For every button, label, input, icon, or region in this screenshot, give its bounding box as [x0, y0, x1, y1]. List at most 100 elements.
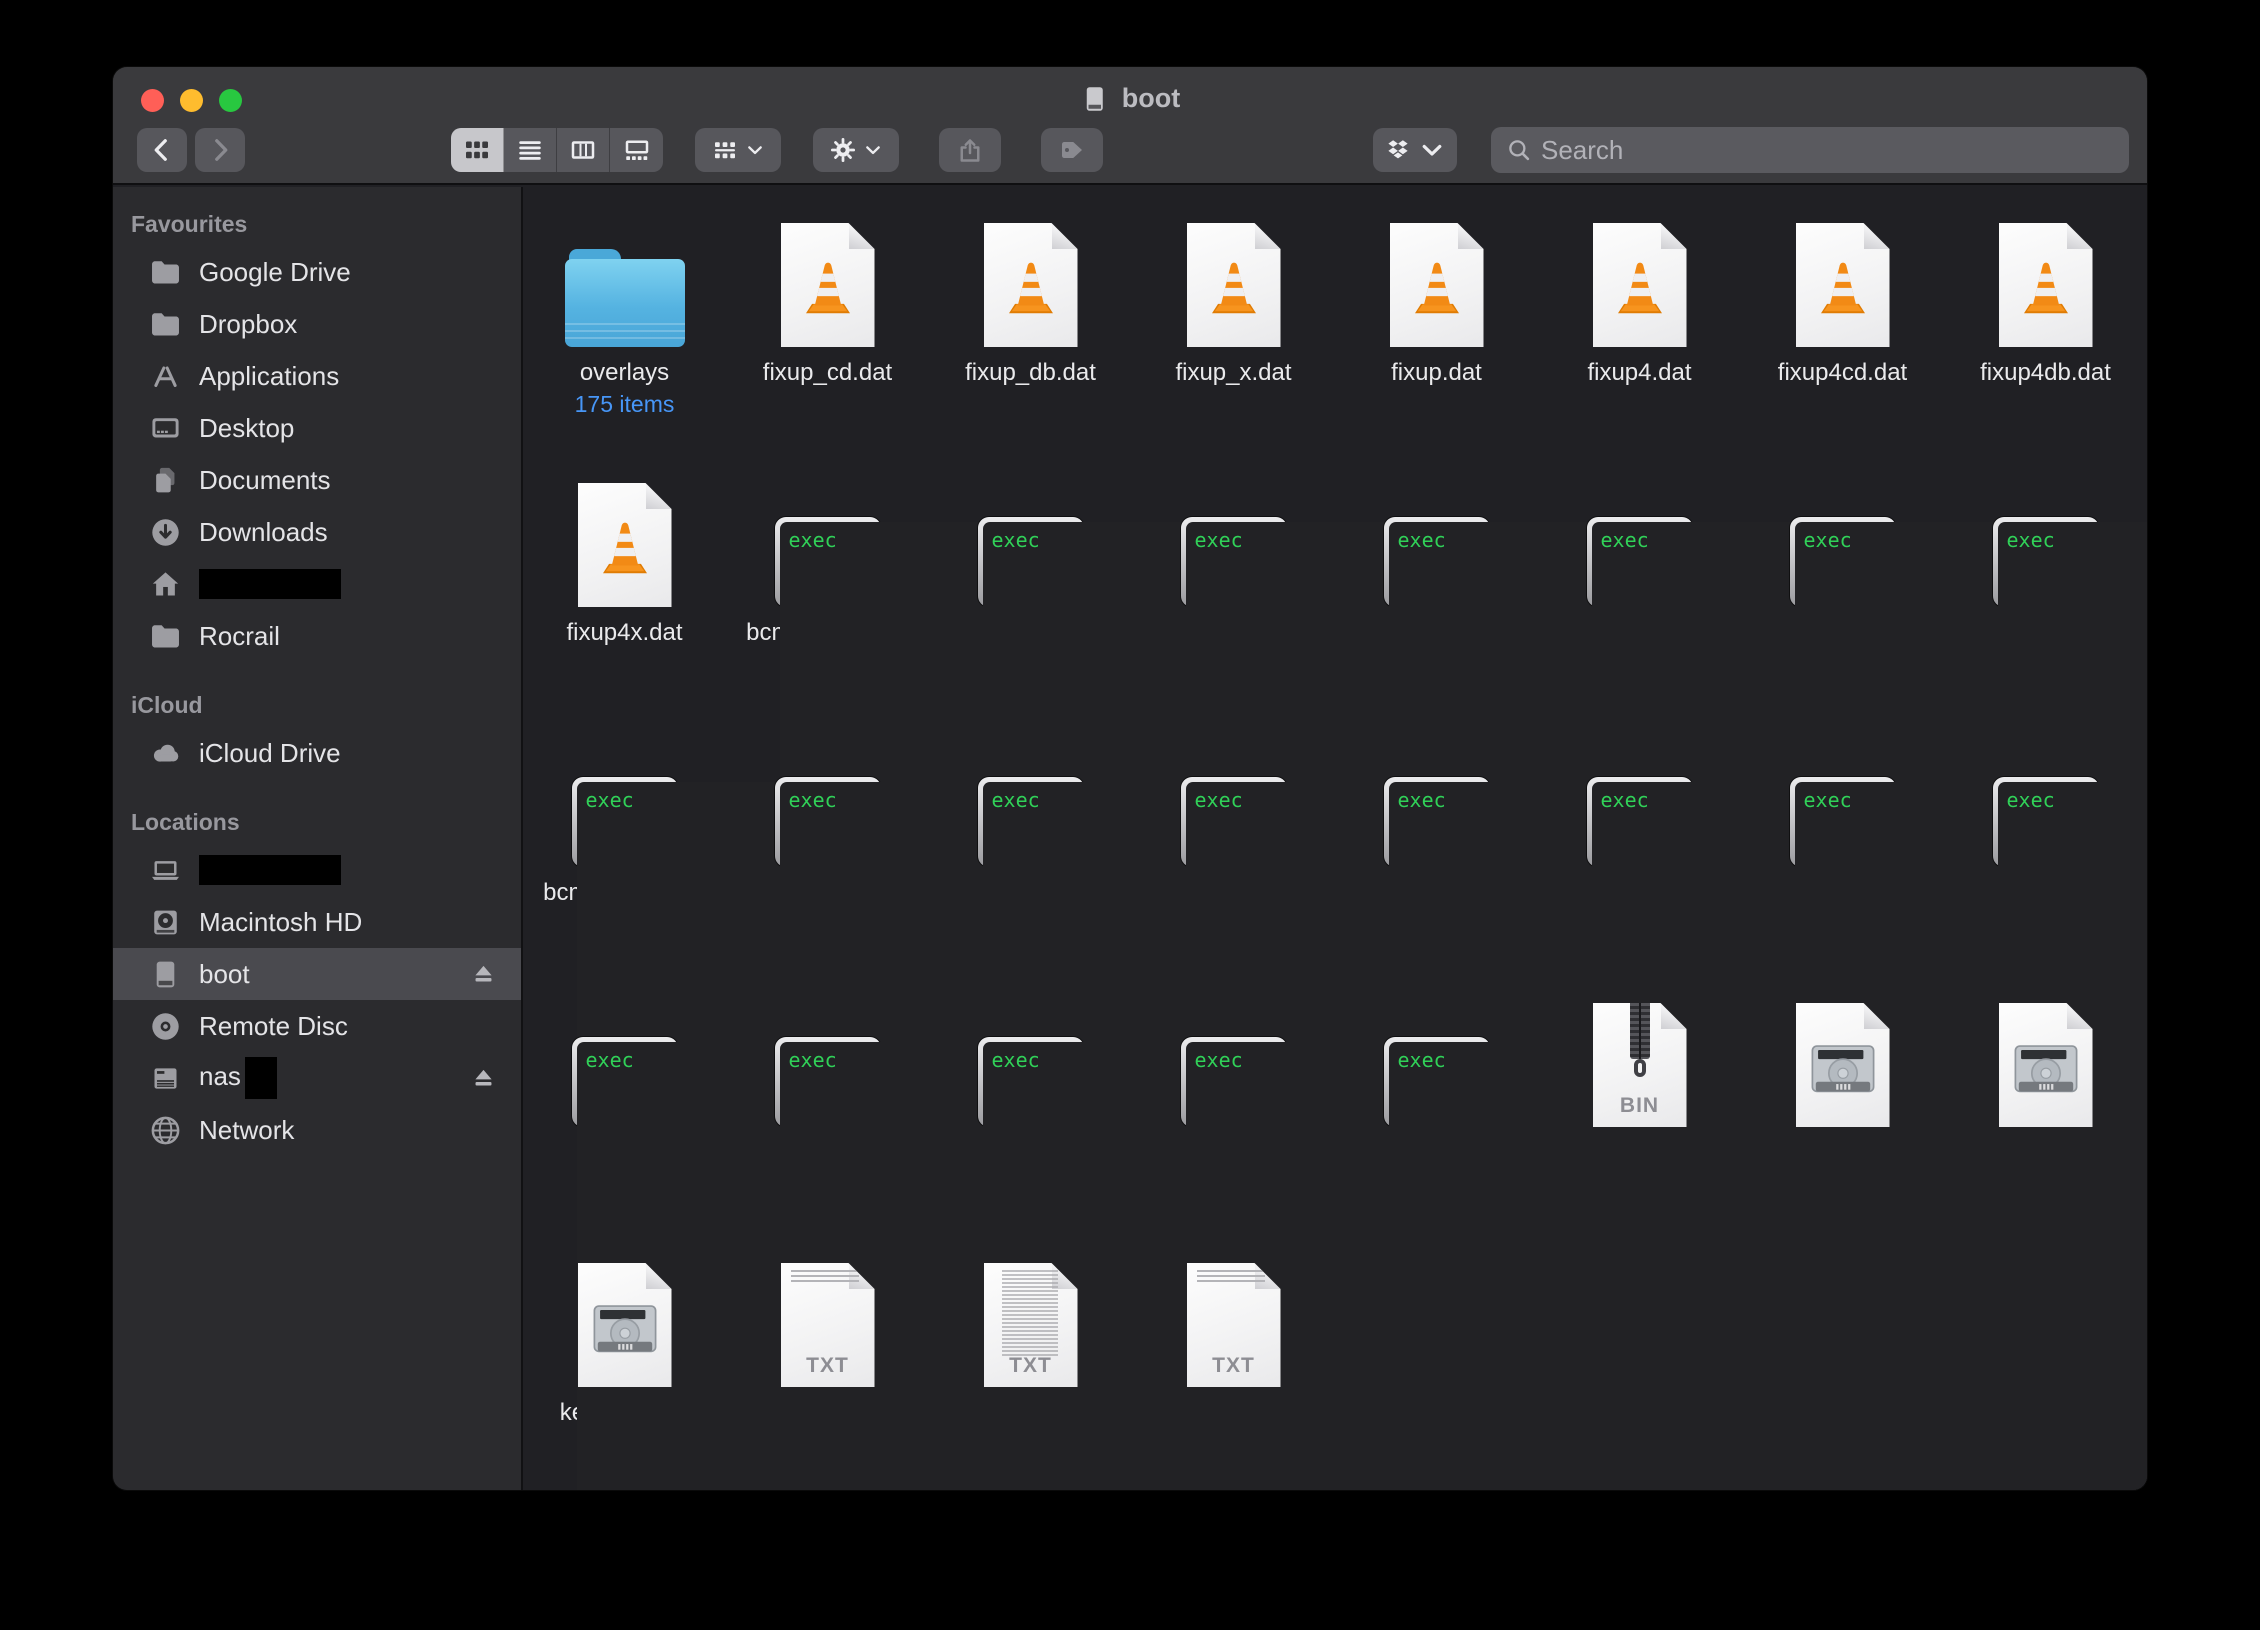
exec-file-icon: exec [1384, 777, 1490, 867]
sidebar-item-boot[interactable]: boot [113, 948, 521, 1000]
globe-icon [149, 1114, 182, 1147]
drive-ext-icon [149, 958, 182, 991]
window-header: boot [113, 67, 2147, 185]
exec-file-icon: exec [1384, 517, 1490, 607]
search-icon [1505, 136, 1533, 164]
group-by-icon [710, 135, 740, 165]
redacted-label [199, 569, 341, 599]
laptop-icon [149, 854, 182, 887]
window-title: boot [1080, 83, 1180, 114]
desktop-icon [149, 412, 182, 445]
file-detail: 175 items [575, 391, 675, 418]
sidebar-section-items: Macintosh HD boot Remote Disc nas Networ… [113, 844, 521, 1156]
sidebar-item-remote-disc[interactable]: Remote Disc [113, 1000, 521, 1052]
dropbox-icon [1383, 135, 1413, 165]
gallery-view-icon [622, 135, 652, 165]
action-menu-button[interactable] [813, 128, 899, 172]
back-button[interactable] [137, 128, 187, 172]
traffic-cone-icon [2013, 256, 2079, 322]
sidebar-section-title: iCloud [113, 692, 521, 719]
traffic-cone-icon [998, 256, 1064, 322]
sidebar-item-downloads[interactable]: Downloads [113, 506, 521, 558]
eject-button[interactable] [470, 961, 497, 988]
group-by-button[interactable] [695, 128, 781, 172]
exec-file-icon: exec [978, 1037, 1084, 1127]
file-fixup-cd-dat[interactable]: fixup_cd.dat [726, 215, 929, 475]
list-view-icon [515, 135, 545, 165]
search-input[interactable] [1541, 135, 2115, 166]
gallery-view-button[interactable] [610, 128, 663, 172]
vlc-document-icon [1999, 223, 2093, 347]
window-title-text: boot [1122, 83, 1180, 114]
toolbar [113, 125, 2147, 175]
gear-icon [828, 135, 858, 165]
sidebar-item-nas[interactable]: nas [113, 1052, 521, 1104]
sidebar-item-network[interactable]: Network [113, 1104, 521, 1156]
file-fixup-x-dat[interactable]: fixup_x.dat [1132, 215, 1335, 475]
exec-file-icon: exec [1587, 777, 1693, 867]
sidebar-section-items: Google Drive Dropbox Applications Deskto… [113, 246, 521, 662]
folder-icon [149, 308, 182, 341]
file-overlays[interactable]: overlays 175 items [523, 215, 726, 475]
traffic-lights [141, 89, 242, 112]
chevron-right-icon [205, 135, 235, 165]
exec-file-icon: exec [1790, 777, 1896, 867]
close-button[interactable] [141, 89, 164, 112]
list-view-button[interactable] [504, 128, 557, 172]
file-fixup-db-dat[interactable]: fixup_db.dat [929, 215, 1132, 475]
hard-disk-icon [1809, 1044, 1877, 1099]
sidebar-item-laptop[interactable] [113, 844, 521, 896]
search-field[interactable] [1491, 127, 2129, 173]
sidebar-item-google-drive[interactable]: Google Drive [113, 246, 521, 298]
sidebar-section-title: Favourites [113, 211, 521, 238]
exec-file-icon: exec [978, 777, 1084, 867]
icon-view-button[interactable] [451, 128, 504, 172]
eject-button[interactable] [470, 1065, 497, 1092]
file-bcm2710-rpi-3-b-dtb[interactable]: exec bcm2710-rpi-3-b.dtb [523, 735, 726, 995]
sidebar-item-dropbox[interactable]: Dropbox [113, 298, 521, 350]
exec-file-icon: exec [1181, 517, 1287, 607]
exec-file-icon: exec [572, 777, 678, 867]
file-fixup-dat[interactable]: fixup.dat [1335, 215, 1538, 475]
sidebar-item-desktop[interactable]: Desktop [113, 402, 521, 454]
bin-archive-icon: BIN [1593, 1003, 1687, 1127]
sidebar-item-home[interactable] [113, 558, 521, 610]
redacted-label-suffix [245, 1057, 277, 1099]
disk-image-icon [1796, 1003, 1890, 1127]
minimize-button[interactable] [180, 89, 203, 112]
folder-icon [149, 256, 182, 289]
external-drive-icon [1080, 84, 1110, 114]
zipper-icon [1630, 1003, 1650, 1059]
chevron-down-icon [744, 139, 766, 161]
sidebar-section-title: Locations [113, 809, 521, 836]
file-name: overlays [522, 357, 728, 388]
exec-file-icon: exec [1790, 517, 1896, 607]
sidebar-item-icloud-drive[interactable]: iCloud Drive [113, 727, 521, 779]
sidebar-item-documents[interactable]: Documents [113, 454, 521, 506]
dropbox-button[interactable] [1373, 128, 1457, 172]
zoom-button[interactable] [219, 89, 242, 112]
forward-button[interactable] [195, 128, 245, 172]
hdd-internal-icon [149, 906, 182, 939]
share-button[interactable] [939, 128, 1001, 172]
file-fixup4-dat[interactable]: fixup4.dat [1538, 215, 1741, 475]
exec-file-icon: exec [1993, 517, 2099, 607]
file-fixup4db-dat[interactable]: fixup4db.dat [1944, 215, 2147, 475]
tag-button[interactable] [1041, 128, 1103, 172]
chevron-down-icon [1417, 135, 1447, 165]
file-fixup4x-dat[interactable]: fixup4x.dat [523, 475, 726, 735]
tag-icon [1057, 135, 1087, 165]
column-view-button[interactable] [557, 128, 610, 172]
file-name: fixup_x.dat [1131, 357, 1337, 388]
documents-icon [149, 464, 182, 497]
sidebar-item-macintosh-hd[interactable]: Macintosh HD [113, 896, 521, 948]
exec-file-icon: exec [1384, 1037, 1490, 1127]
sidebar-item-rocrail[interactable]: Rocrail [113, 610, 521, 662]
file-fixup4cd-dat[interactable]: fixup4cd.dat [1741, 215, 1944, 475]
exec-file-icon: exec [978, 517, 1084, 607]
sidebar-item-applications[interactable]: Applications [113, 350, 521, 402]
file-bcm2708-rpi-b-plus-dtb[interactable]: exec bcm2708-rpi-b-plus.dtb [726, 475, 929, 735]
sidebar-section-locations: Locations Macintosh HD boot Remote Disc … [113, 809, 521, 1156]
text-document-icon: TXT [984, 1263, 1078, 1387]
file-name: fixup_db.dat [928, 357, 1134, 388]
